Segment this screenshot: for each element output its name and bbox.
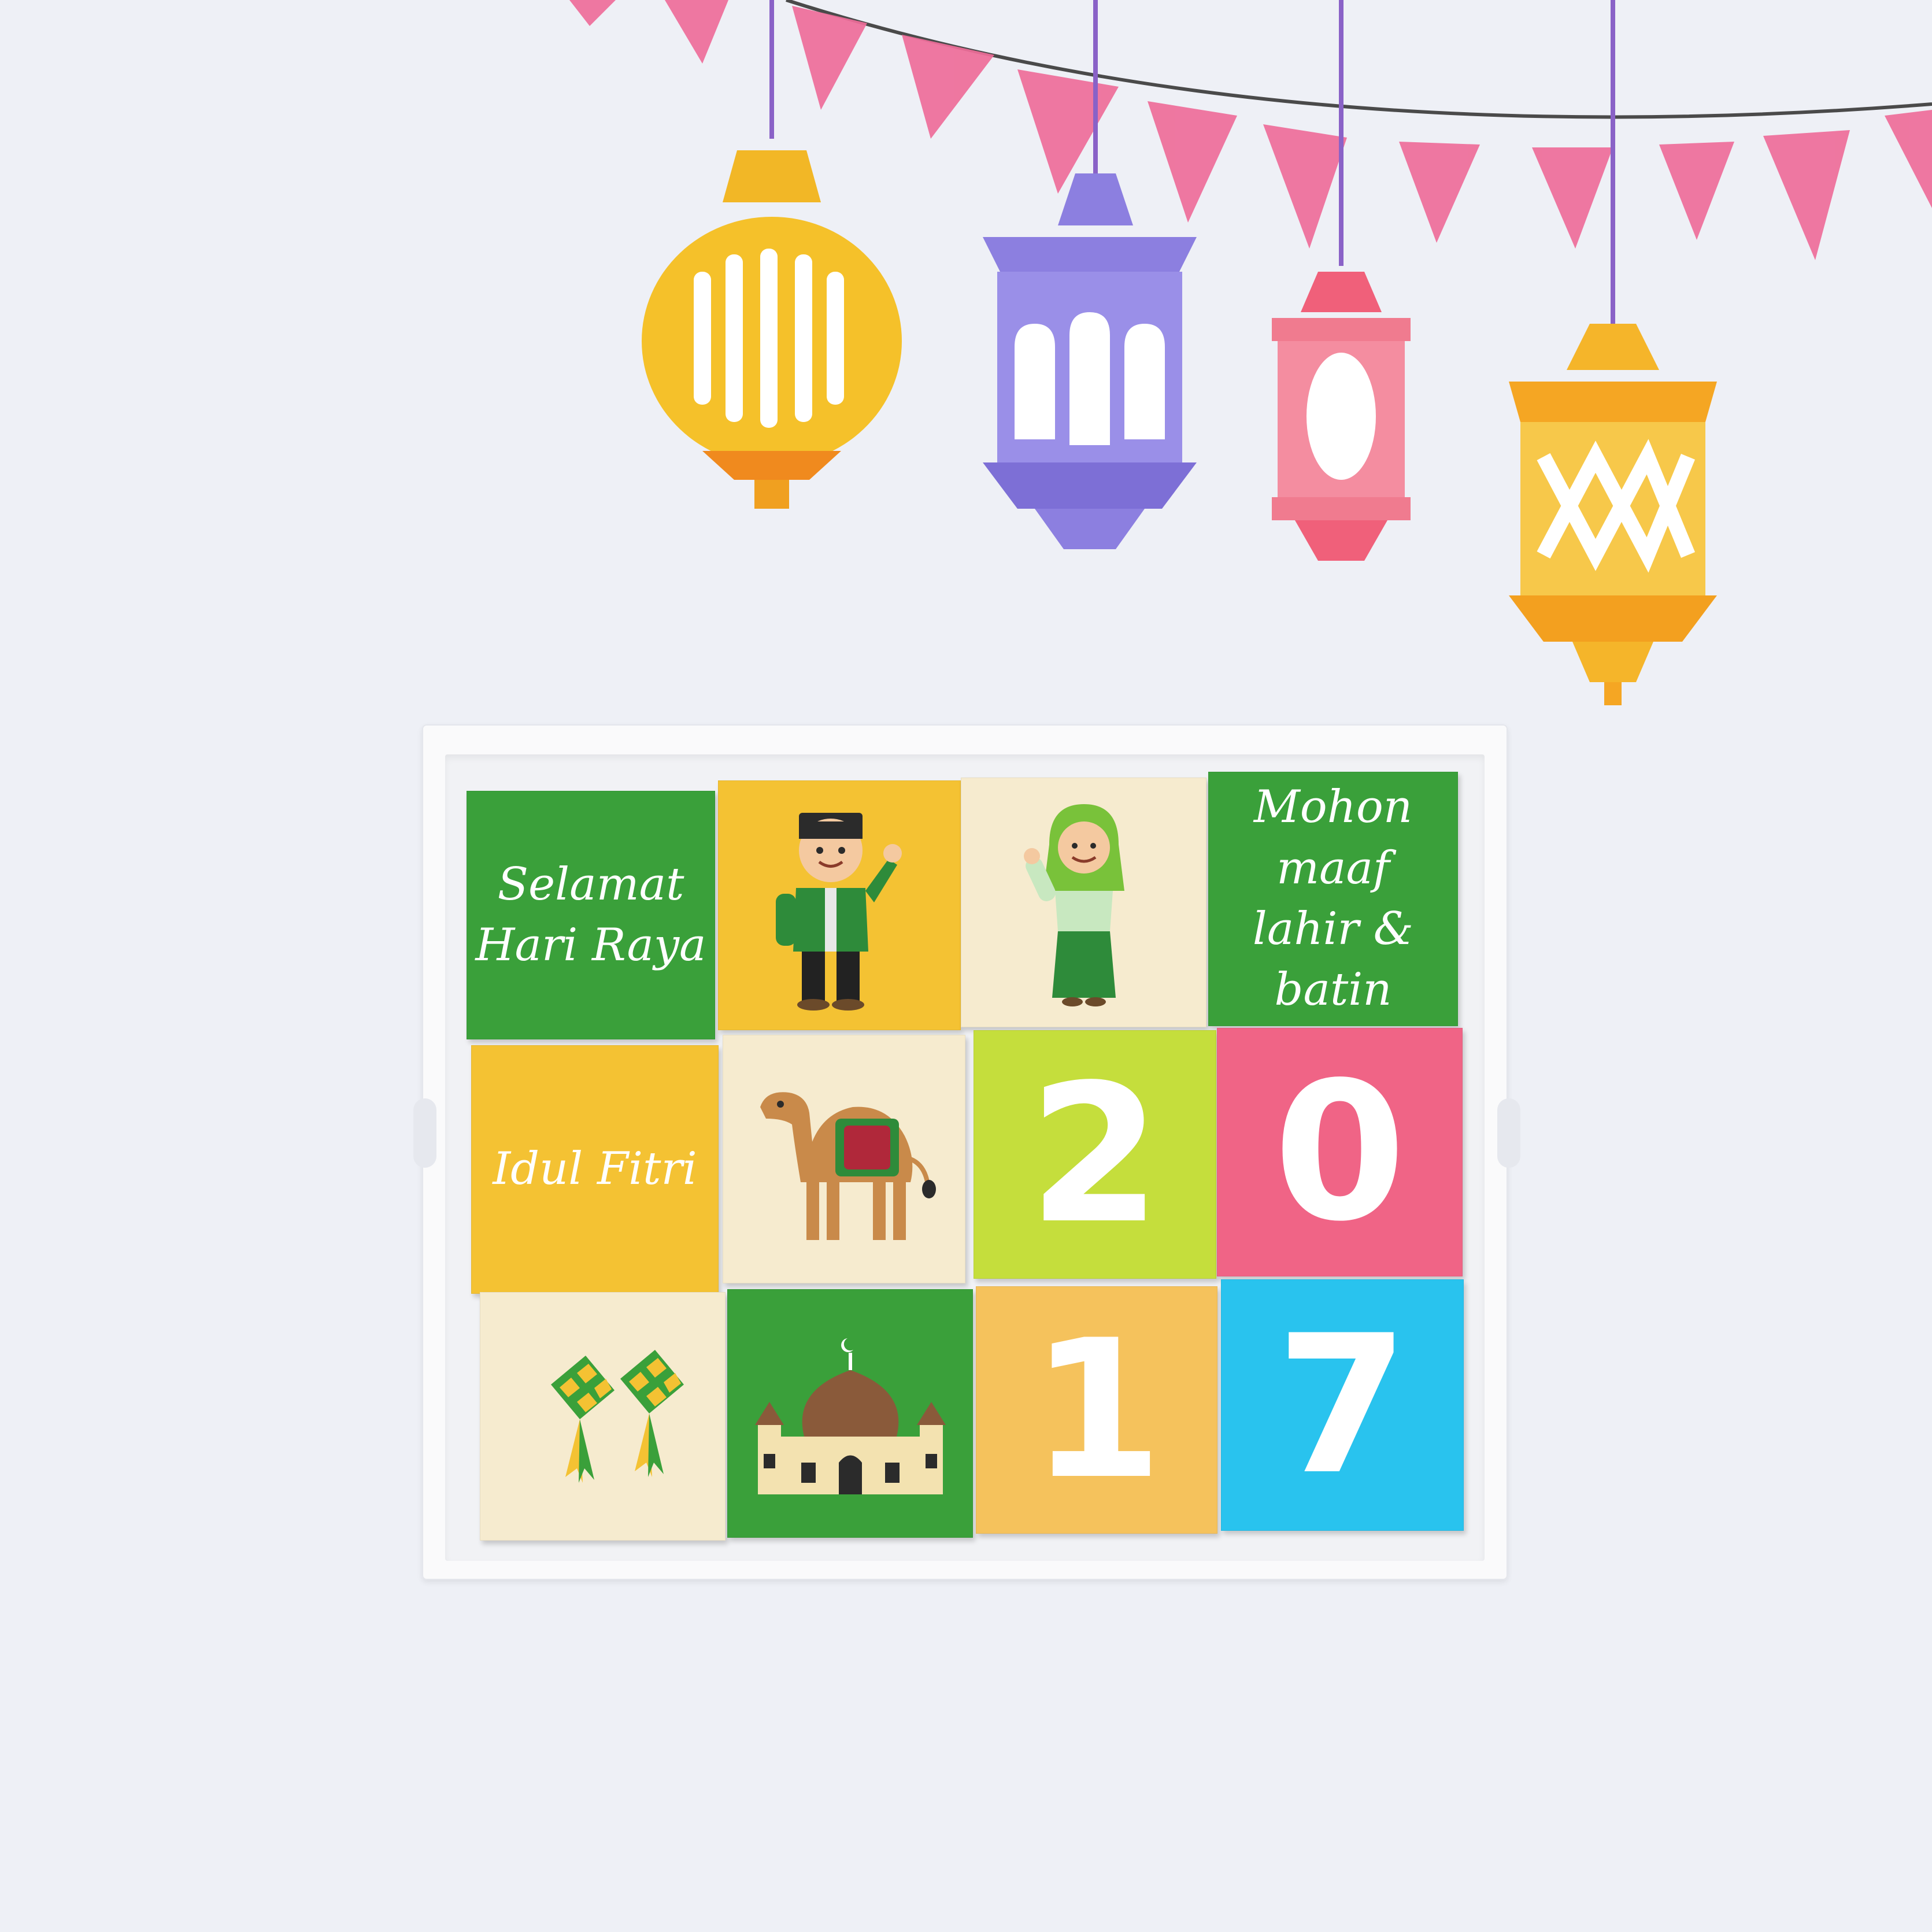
tile-digit-7: 7 bbox=[1221, 1279, 1464, 1531]
tile-digit-1: 1 bbox=[976, 1286, 1217, 1534]
tile-mosque bbox=[727, 1289, 973, 1538]
tile-girl bbox=[961, 778, 1206, 1027]
tile-greeting-idul-fitri: Idul Fitri bbox=[471, 1045, 719, 1294]
greeting-text: Idul Fitri bbox=[493, 1143, 697, 1196]
tile-camel bbox=[723, 1035, 965, 1283]
digit-text: 2 bbox=[1028, 1043, 1161, 1265]
camel-icon bbox=[760, 1092, 936, 1240]
digit-text: 7 bbox=[1276, 1294, 1409, 1516]
orange-lantern bbox=[1509, 324, 1717, 705]
mosque-icon bbox=[754, 1338, 946, 1494]
greeting-text: Mohon maaf lahir & batin bbox=[1252, 781, 1414, 1016]
tile-digit-2: 2 bbox=[974, 1030, 1216, 1279]
pink-lantern bbox=[1272, 272, 1411, 561]
girl-icon bbox=[1023, 804, 1124, 1006]
tile-ketupat bbox=[480, 1292, 726, 1541]
greeting-text: Selamat Hari Raya bbox=[475, 858, 706, 971]
tile-greeting-selamat: Selamat Hari Raya bbox=[467, 791, 715, 1039]
digit-text: 1 bbox=[1030, 1299, 1163, 1521]
boy-icon bbox=[776, 813, 902, 1011]
festive-decorations bbox=[569, 0, 1932, 705]
digit-text: 0 bbox=[1273, 1041, 1407, 1263]
yellow-round-lantern bbox=[642, 150, 902, 509]
tray-notch-right bbox=[1497, 1098, 1520, 1168]
purple-lantern bbox=[983, 173, 1197, 549]
tile-boy bbox=[718, 780, 961, 1030]
tray-notch-left bbox=[413, 1098, 436, 1168]
tile-digit-0: 0 bbox=[1217, 1028, 1463, 1276]
tile-greeting-mohon: Mohon maaf lahir & batin bbox=[1208, 772, 1458, 1026]
ketupat-icon bbox=[550, 1350, 684, 1483]
